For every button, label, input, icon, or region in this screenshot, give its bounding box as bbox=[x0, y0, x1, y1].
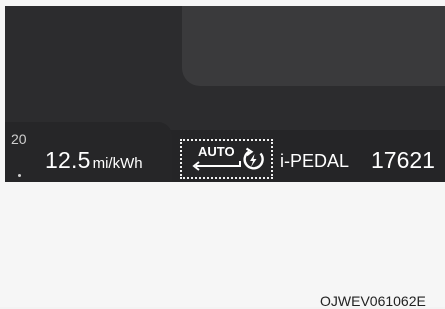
regen-lightning-icon bbox=[243, 147, 264, 170]
regen-mode-indicator: AUTO bbox=[180, 139, 273, 179]
figure-frame: 20 12.5 mi/kWh AUTO i-PEDAL 17621 OJWEV06… bbox=[0, 0, 445, 309]
cluster-display: 20 12.5 mi/kWh AUTO i-PEDAL 17621 bbox=[5, 6, 445, 182]
top-display-panel bbox=[182, 6, 445, 86]
ipedal-label: i-PEDAL bbox=[280, 151, 350, 171]
gauge-scale-value: 20 bbox=[11, 131, 27, 147]
odometer-value: 17621 bbox=[371, 147, 435, 173]
efficiency-value: 12.5 bbox=[45, 147, 91, 173]
auto-arrow-icon bbox=[192, 161, 241, 171]
energy-efficiency: 12.5 mi/kWh bbox=[45, 147, 143, 174]
regen-mode-label: AUTO bbox=[198, 144, 235, 159]
efficiency-unit: mi/kWh bbox=[92, 155, 143, 172]
gauge-tick bbox=[18, 174, 21, 177]
